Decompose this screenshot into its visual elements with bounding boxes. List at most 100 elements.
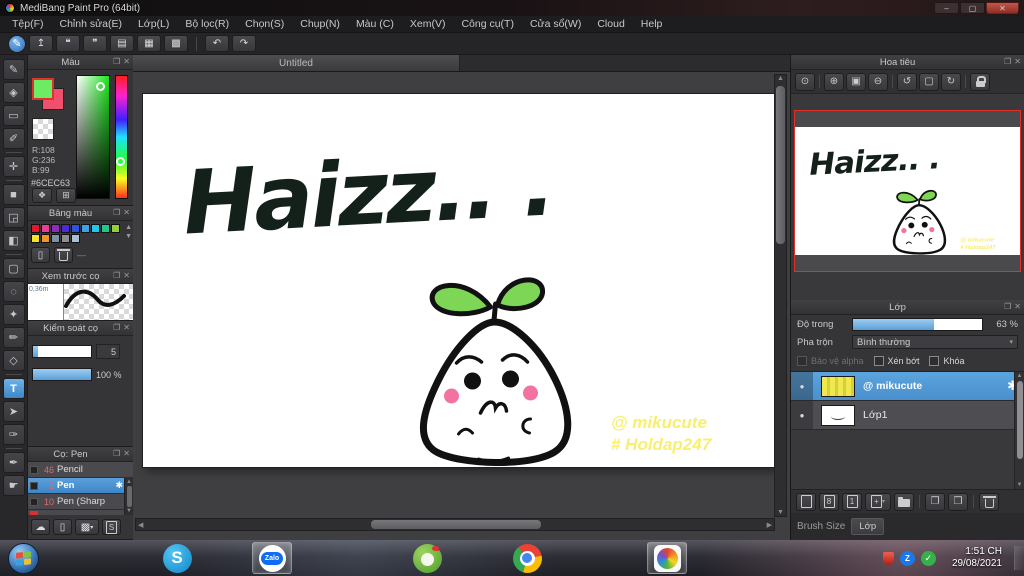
start-button[interactable] (8, 542, 39, 574)
gradient-tool[interactable]: ◧ (2, 230, 25, 251)
scroll-down-icon[interactable]: ▼ (777, 509, 784, 516)
menu-file[interactable]: Tệp(F) (4, 18, 52, 30)
layer-visibility-toggle[interactable]: ● (791, 401, 813, 429)
brush-list-scrollbar[interactable]: ▲ ▼ (124, 478, 133, 515)
close-icon[interactable]: ✕ (123, 450, 130, 458)
palette-swatch[interactable] (31, 224, 40, 233)
close-icon[interactable]: ✕ (123, 324, 130, 332)
palette-swatch[interactable] (71, 234, 80, 243)
palette-swatch[interactable] (41, 234, 50, 243)
hue-bar[interactable] (115, 75, 128, 199)
delete-color-button[interactable] (54, 247, 73, 263)
hand-tool[interactable]: ☛ (2, 475, 25, 496)
fill-tool[interactable]: ■ (2, 184, 25, 205)
eyedropper-tool[interactable]: ✒ (2, 452, 25, 473)
palette-swatch[interactable] (41, 224, 50, 233)
magicwand-tool[interactable]: ✦ (2, 304, 25, 325)
palette-swatch[interactable] (51, 224, 60, 233)
scroll-thumb[interactable] (1016, 381, 1023, 459)
lasso-tool[interactable]: ◌ (2, 281, 25, 302)
brush-row-pen-sharp[interactable]: 10 Pen (Sharp (28, 494, 133, 510)
scroll-up-icon[interactable]: ▲ (125, 224, 132, 231)
new-layer-icon[interactable] (796, 492, 816, 511)
bucket-tool[interactable]: ◲ (2, 207, 25, 228)
eraser-tool[interactable]: ◈ (2, 82, 25, 103)
horizontal-scrollbar[interactable]: ◀ ▶ (135, 518, 775, 531)
divide-tool[interactable]: ✑ (2, 424, 25, 445)
brush-size-value[interactable]: 5 (96, 344, 120, 359)
close-icon[interactable]: ✕ (1014, 58, 1021, 66)
figure-tool[interactable]: ▭ (2, 105, 25, 126)
document-icon[interactable]: ▤ (110, 35, 134, 52)
text-tool[interactable]: T (2, 378, 25, 399)
transparent-color-swatch[interactable] (32, 118, 54, 140)
move-tool[interactable]: ✛ (2, 156, 25, 177)
menu-cloud[interactable]: Cloud (589, 18, 632, 30)
hue-cursor[interactable] (116, 156, 125, 166)
zalo-tray-icon[interactable]: Z (899, 550, 915, 566)
zoom-out-icon[interactable]: ⊖ (868, 72, 888, 91)
scroll-up-icon[interactable]: ▲ (126, 479, 132, 485)
color-picker-icon[interactable]: ⊞ (56, 188, 76, 203)
document-settings-icon[interactable]: ▦ (137, 35, 161, 52)
popout-icon[interactable]: ❐ (113, 58, 120, 66)
folder-icon[interactable] (894, 492, 914, 511)
script-brush-icon[interactable]: S (102, 519, 121, 535)
taskbar-clock[interactable]: 1:51 CH 29/08/2021 (952, 546, 1002, 570)
popout-icon[interactable]: ❐ (1004, 303, 1011, 311)
brush-size-slider[interactable] (32, 345, 92, 358)
navigator-view-frame[interactable]: Haizz.. . @ mikucute # Holdap247 (794, 110, 1021, 272)
sv-cursor[interactable] (96, 82, 106, 92)
combine-layer-icon[interactable]: ❒ (948, 492, 968, 511)
add-color-icon[interactable]: ▯ (31, 247, 50, 263)
medibang-brush-icon[interactable]: ✎ (8, 34, 26, 53)
palette-swatch[interactable] (51, 234, 60, 243)
new-brush-icon[interactable]: ▯ (53, 519, 72, 535)
antivirus-shield-icon[interactable] (882, 551, 894, 565)
export-icon[interactable]: ↥ (29, 35, 53, 52)
palette-swatch[interactable] (91, 224, 100, 233)
menu-view[interactable]: Xem(V) (402, 18, 454, 30)
gear-icon[interactable]: ✱ (115, 480, 123, 491)
fit-window-icon[interactable]: ▣ (846, 72, 866, 91)
navigator-preview[interactable]: Haizz.. . @ mikucute # Holdap247 (791, 94, 1024, 300)
redo-icon[interactable]: ↷ (232, 35, 256, 52)
brush-checkbox[interactable] (30, 497, 38, 506)
taskbar-medibang-button[interactable] (647, 542, 687, 574)
taskbar-chrome-button[interactable] (507, 542, 547, 574)
layer-row-mikucute[interactable]: ● @ mikucute ✱ (791, 372, 1024, 401)
palette-swatch[interactable] (111, 224, 120, 233)
popout-icon[interactable]: ❐ (113, 209, 120, 217)
lock-checkbox[interactable] (929, 356, 940, 366)
rotate-left-icon[interactable]: ↺ (897, 72, 917, 91)
popout-icon[interactable]: ❐ (113, 450, 120, 458)
green-check-icon[interactable]: ✓ (920, 550, 936, 566)
scroll-thumb[interactable] (126, 486, 132, 507)
scroll-right-icon[interactable]: ▶ (767, 521, 772, 529)
brush-opacity-slider[interactable] (32, 368, 92, 381)
scroll-down-icon[interactable]: ▼ (126, 508, 132, 514)
select-tool[interactable]: ▢ (2, 258, 25, 279)
brush-checkbox[interactable] (30, 465, 38, 474)
close-icon[interactable]: ✕ (123, 209, 130, 217)
unlock-icon[interactable] (970, 72, 990, 91)
menu-color[interactable]: Màu (C) (348, 18, 402, 30)
vertical-scrollbar[interactable]: ▲ ▼ (774, 74, 787, 517)
brush-row-pencil[interactable]: 46 Pencil (28, 462, 133, 478)
document-tab[interactable]: Untitled (133, 55, 460, 71)
brush-tool[interactable]: ✎ (2, 59, 25, 80)
taskbar-zalo-button[interactable]: Zalo (252, 542, 292, 574)
taskbar-skype-button[interactable]: S (157, 542, 197, 574)
cloud-brush-icon[interactable]: ☁ (31, 519, 50, 535)
layer-visibility-toggle[interactable]: ● (791, 372, 813, 400)
select-pen-tool[interactable]: ✏ (2, 327, 25, 348)
brush-checkbox[interactable] (30, 481, 38, 490)
minimize-button[interactable]: – (934, 2, 959, 14)
layer-tab-button[interactable]: Lớp (851, 518, 885, 535)
menu-select[interactable]: Chọn(S) (237, 18, 292, 30)
menu-window[interactable]: Cửa sổ(W) (522, 18, 589, 30)
zoom-in-icon[interactable]: ⊕ (824, 72, 844, 91)
close-icon[interactable]: ✕ (1014, 303, 1021, 311)
layer-opacity-slider[interactable] (852, 317, 983, 331)
menu-help[interactable]: Help (633, 18, 671, 30)
